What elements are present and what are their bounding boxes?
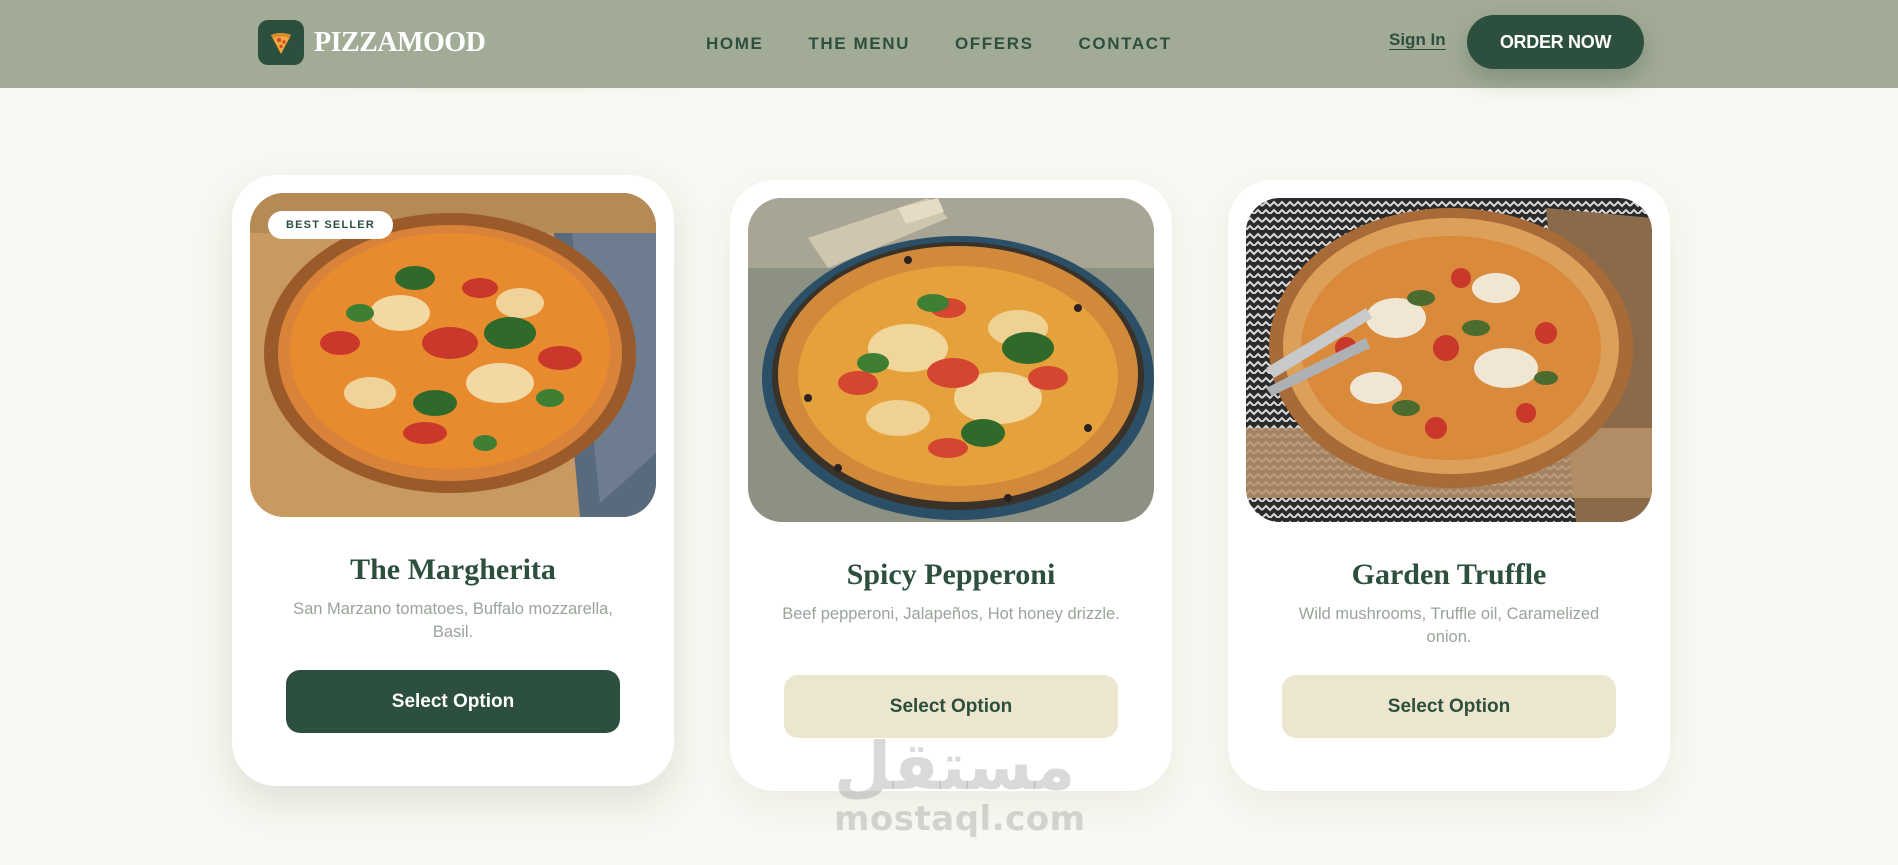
card-description: San Marzano tomatoes, Buffalo mozzarella… <box>293 600 613 641</box>
product-card-truffle: Garden Truffle Wild mushrooms, Truffle o… <box>1228 180 1670 791</box>
nav-home[interactable]: HOME <box>706 34 763 54</box>
card-title: Spicy Pepperoni <box>846 558 1056 591</box>
pizza-truffle-photo <box>1246 198 1652 522</box>
brand-name-part2: MOOD <box>397 26 486 58</box>
nav-contact[interactable]: CONTACT <box>1079 34 1172 54</box>
card-description: Beef pepperoni, Jalapeños, Hot honey dri… <box>782 605 1120 623</box>
product-card-pepperoni: Spicy Pepperoni Beef pepperoni, Jalapeño… <box>730 180 1172 791</box>
brand-name-part1: PIZZA <box>314 26 398 58</box>
nav-offers[interactable]: OFFERS <box>955 34 1034 54</box>
pizza-margherita-photo: BEST SELLER <box>250 193 656 517</box>
pizza-slice-icon <box>258 20 304 65</box>
watermark-arabic: مستقل <box>834 728 1076 805</box>
pizza-pepperoni-photo <box>748 198 1154 522</box>
main-nav: HOME THE MENU OFFERS CONTACT <box>706 0 1172 88</box>
brand-logo[interactable]: PIZZAMOOD <box>258 20 486 65</box>
watermark: مستقل mostaql.com <box>834 728 1086 840</box>
card-title: The Margherita <box>350 553 556 586</box>
card-title: Garden Truffle <box>1351 558 1547 591</box>
select-option-button[interactable]: Select Option <box>1282 675 1616 738</box>
card-description: Wild mushrooms, Truffle oil, Caramelized… <box>1298 605 1600 646</box>
product-card-margherita: BEST SELLER The Margherita San Marzano t… <box>232 175 674 786</box>
nav-the-menu[interactable]: THE MENU <box>808 34 910 54</box>
order-now-button[interactable]: ORDER NOW <box>1467 15 1644 69</box>
watermark-latin: mostaql.com <box>834 799 1086 839</box>
brand-name: PIZZAMOOD <box>314 26 486 59</box>
sign-in-link[interactable]: Sign In <box>1389 30 1446 50</box>
best-seller-badge: BEST SELLER <box>268 211 393 239</box>
select-option-button[interactable]: Select Option <box>286 670 620 733</box>
site-header: PIZZAMOOD HOME THE MENU OFFERS CONTACT S… <box>0 0 1898 88</box>
